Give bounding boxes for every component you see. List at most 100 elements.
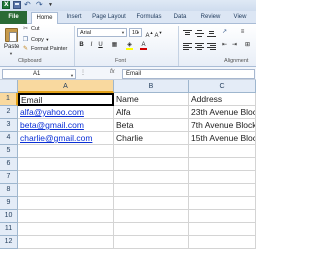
row-header-8[interactable]: 8 xyxy=(0,184,18,197)
column-header-c[interactable]: C xyxy=(189,80,256,93)
underline-button[interactable]: U xyxy=(96,41,105,50)
shrink-font-button[interactable]: A▼ xyxy=(154,28,163,39)
cell-b8[interactable] xyxy=(114,184,189,197)
increase-indent-icon[interactable]: ⇥ xyxy=(230,41,239,50)
cell-a11[interactable] xyxy=(18,223,114,236)
cell-a2[interactable]: alfa@yahoo.com xyxy=(18,106,114,119)
bold-button[interactable]: B xyxy=(77,41,86,50)
cell-b9[interactable] xyxy=(114,197,189,210)
column-header-a[interactable]: A xyxy=(18,80,114,93)
save-icon[interactable] xyxy=(13,1,21,9)
cell-a5[interactable] xyxy=(18,145,114,158)
cell-b1[interactable]: Name xyxy=(114,93,189,106)
cell-a7[interactable] xyxy=(18,171,114,184)
row-header-10[interactable]: 10 xyxy=(0,210,18,223)
cell-a8[interactable] xyxy=(18,184,114,197)
align-middle-icon[interactable] xyxy=(195,29,204,37)
font-size-select[interactable]: 10 ▼ xyxy=(129,28,142,37)
cell-b10[interactable] xyxy=(114,210,189,223)
select-all-button[interactable] xyxy=(0,80,18,93)
formula-input[interactable]: Email xyxy=(122,69,255,79)
cell-c3[interactable]: 7th Avenue Block xyxy=(189,119,256,132)
cell-b4[interactable]: Charlie xyxy=(114,132,189,145)
orientation-icon[interactable]: ↗ xyxy=(220,28,229,37)
tab-insert[interactable]: Insert xyxy=(63,12,85,24)
cell-b6[interactable] xyxy=(114,158,189,171)
row-header-11[interactable]: 11 xyxy=(0,223,18,236)
cell-c12[interactable] xyxy=(189,236,256,249)
tab-file[interactable]: File xyxy=(0,11,27,24)
row-header-2[interactable]: 2 xyxy=(0,106,18,119)
cell-b11[interactable] xyxy=(114,223,189,236)
cell-a3[interactable]: beta@gmail.com xyxy=(18,119,114,132)
row-header-9[interactable]: 9 xyxy=(0,197,18,210)
format-painter-button[interactable]: ✎ Format Painter xyxy=(22,45,67,54)
tab-page-layout[interactable]: Page Layout xyxy=(91,12,127,24)
chevron-down-icon: ▼ xyxy=(121,30,125,35)
decrease-indent-icon[interactable]: ⇤ xyxy=(220,41,229,50)
tab-review[interactable]: Review xyxy=(198,12,223,24)
redo-icon[interactable]: ↷ xyxy=(36,1,44,9)
cell-a10[interactable] xyxy=(18,210,114,223)
cell-b12[interactable] xyxy=(114,236,189,249)
paste-icon xyxy=(5,28,18,42)
cell-c8[interactable] xyxy=(189,184,256,197)
italic-button[interactable]: I xyxy=(87,41,96,50)
font-name-select[interactable]: Arial ▼ xyxy=(77,28,127,37)
cell-b5[interactable] xyxy=(114,145,189,158)
tab-data[interactable]: Data xyxy=(170,12,190,24)
paste-button[interactable]: Paste ▼ xyxy=(3,26,20,57)
copy-icon: ❐ xyxy=(22,37,29,43)
cell-c4[interactable]: 15th Avenue Block xyxy=(189,132,256,145)
cut-button[interactable]: ✂ Cut xyxy=(22,25,40,34)
cell-c2[interactable]: 23th Avenue Block xyxy=(189,106,256,119)
cell-c11[interactable] xyxy=(189,223,256,236)
row-header-12[interactable]: 12 xyxy=(0,236,18,249)
cell-a1[interactable]: Email xyxy=(18,93,114,106)
row-header-5[interactable]: 5 xyxy=(0,145,18,158)
cell-a12[interactable] xyxy=(18,236,114,249)
cell-a9[interactable] xyxy=(18,197,114,210)
undo-icon[interactable]: ↶ xyxy=(24,1,32,9)
tab-formulas[interactable]: Formulas xyxy=(135,12,163,24)
row-header-4[interactable]: 4 xyxy=(0,132,18,145)
row-header-3[interactable]: 3 xyxy=(0,119,18,132)
cell-c7[interactable] xyxy=(189,171,256,184)
formula-bar: A1 ▼ ⋮ fx Email xyxy=(0,67,256,80)
tab-view[interactable]: View xyxy=(229,12,251,24)
borders-icon[interactable]: ▦ xyxy=(110,41,119,50)
alignment-group-label: Alignment xyxy=(224,58,249,64)
cell-a4[interactable]: charlie@gmail.com xyxy=(18,132,114,145)
insert-function-button[interactable]: fx xyxy=(110,69,115,75)
merge-center-icon[interactable]: ⊞ xyxy=(243,41,252,50)
cell-c1[interactable]: Address xyxy=(189,93,256,106)
name-box[interactable]: A1 ▼ xyxy=(2,69,76,79)
row-header-6[interactable]: 6 xyxy=(0,158,18,171)
row-header-1[interactable]: 1 xyxy=(0,93,18,106)
excel-app-icon[interactable] xyxy=(2,1,10,9)
align-right-icon[interactable] xyxy=(207,42,216,50)
cell-c6[interactable] xyxy=(189,158,256,171)
cell-b2[interactable]: Alfa xyxy=(114,106,189,119)
align-left-icon[interactable] xyxy=(183,42,192,50)
font-color-icon[interactable]: A xyxy=(139,41,148,50)
cell-c10[interactable] xyxy=(189,210,256,223)
copy-button[interactable]: ❐ Copy ▼ xyxy=(22,35,50,44)
align-bottom-icon[interactable] xyxy=(207,29,216,37)
resize-handle-icon[interactable]: ⋮ xyxy=(80,69,86,76)
row-header-7[interactable]: 7 xyxy=(0,171,18,184)
cell-a6[interactable] xyxy=(18,158,114,171)
wrap-text-icon[interactable]: ≡ xyxy=(238,28,247,37)
fill-color-icon[interactable]: ◈ xyxy=(125,41,134,50)
cell-b7[interactable] xyxy=(114,171,189,184)
align-top-icon[interactable] xyxy=(183,29,192,37)
cell-c5[interactable] xyxy=(189,145,256,158)
cell-b3[interactable]: Beta xyxy=(114,119,189,132)
customize-toolbar-dropdown-icon[interactable]: ▼ xyxy=(48,1,56,9)
cell-c9[interactable] xyxy=(189,197,256,210)
ribbon-home: Paste ▼ ✂ Cut ❐ Copy ▼ ✎ Format Painter Cli… xyxy=(0,24,256,67)
font-group-label: Font xyxy=(115,58,127,64)
grow-font-button[interactable]: A▲ xyxy=(145,28,154,39)
align-center-icon[interactable] xyxy=(195,42,204,50)
column-header-b[interactable]: B xyxy=(114,80,189,93)
